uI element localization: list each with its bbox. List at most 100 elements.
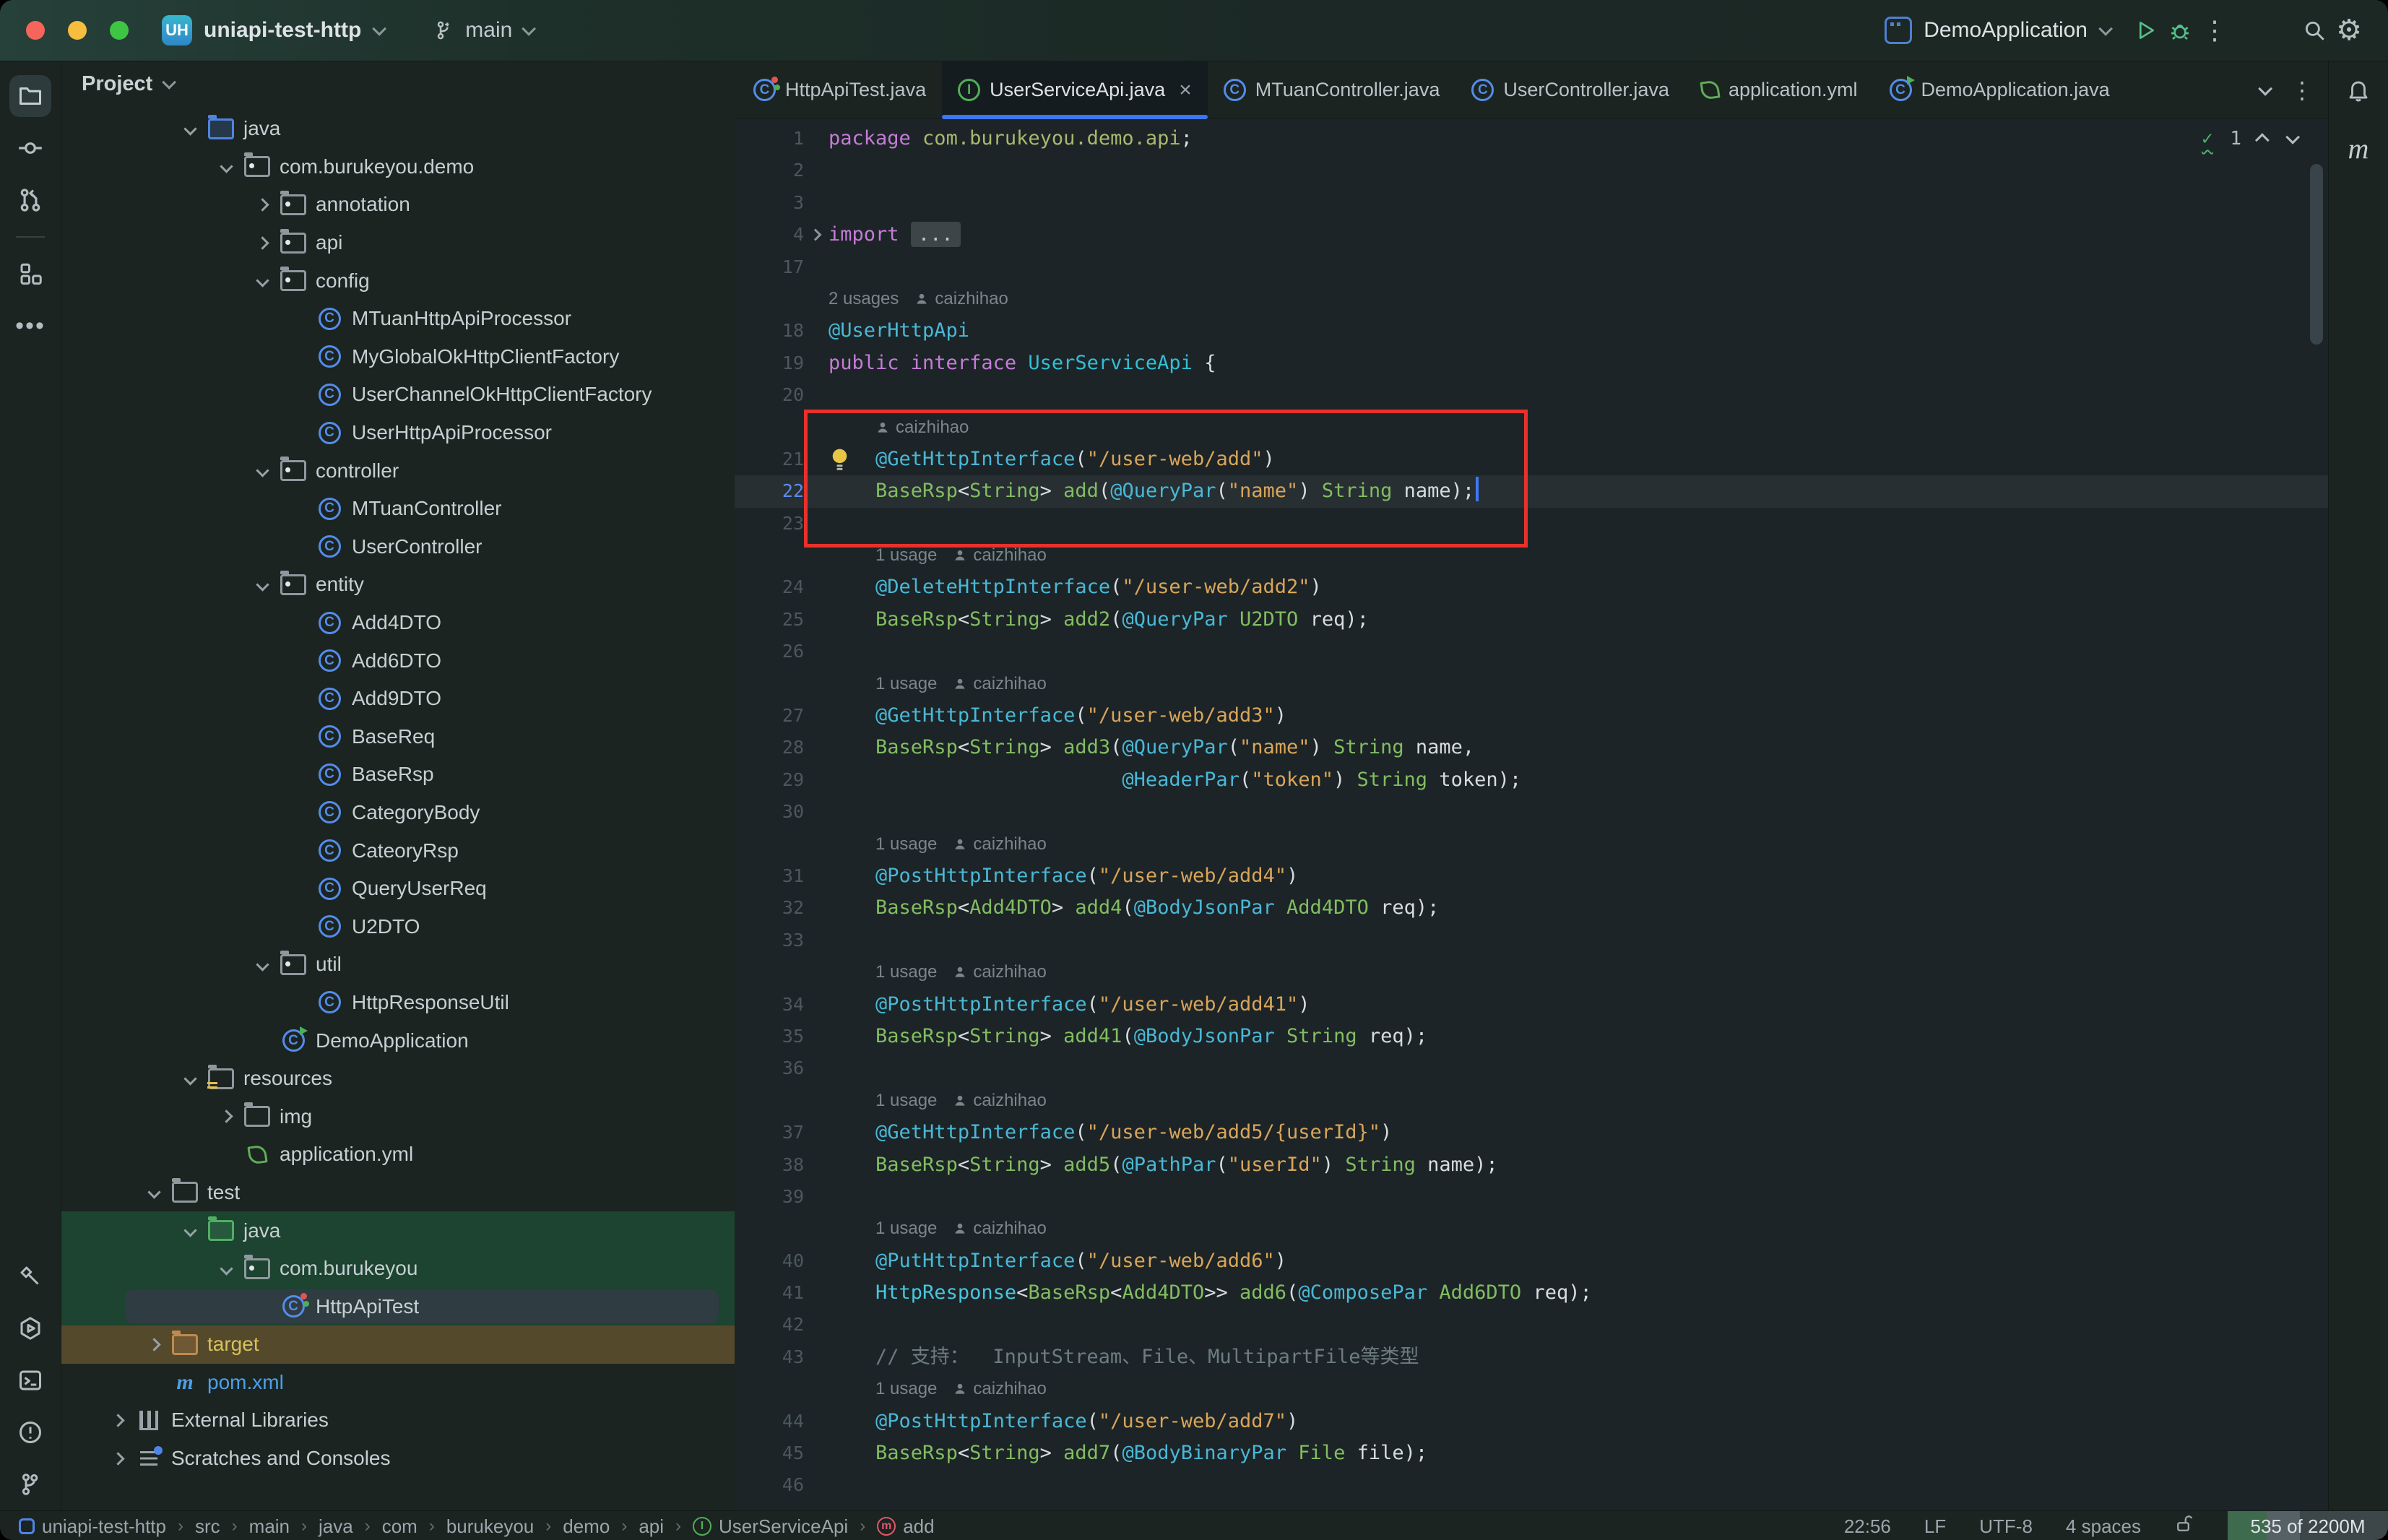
tool-window-button-services[interactable] (9, 1307, 51, 1349)
code-line-39[interactable]: 39 (735, 1181, 2328, 1213)
run-configuration-selector[interactable]: DemoApplication (1885, 17, 2109, 44)
tree-item-pom-xml[interactable]: mpom.xml (61, 1364, 735, 1402)
code-line-43[interactable]: 43 // 支持： InputStream、File、MultipartFile… (735, 1341, 2328, 1373)
tree-item-userchannelokhttpclientfactory[interactable]: CUserChannelOkHttpClientFactory (61, 376, 735, 414)
chevron-down-icon[interactable] (183, 122, 196, 135)
chevron-down-icon[interactable] (256, 958, 269, 971)
chevron-right-icon[interactable] (256, 198, 269, 211)
notifications-bell-icon[interactable] (2346, 77, 2371, 105)
author-hint[interactable]: caizhihao (935, 289, 1008, 309)
tree-item-httpresponseutil[interactable]: CHttpResponseUtil (61, 984, 735, 1022)
zoom-window-button[interactable] (110, 21, 129, 40)
indent-setting[interactable]: 4 spaces (2066, 1515, 2141, 1538)
usages-hint[interactable]: 1 usage (875, 1219, 937, 1239)
breadcrumb-item-java[interactable]: java (319, 1515, 353, 1538)
debug-button[interactable] (2163, 13, 2197, 48)
chevron-down-icon[interactable] (256, 578, 269, 591)
chevron-down-icon[interactable] (256, 274, 269, 287)
code-line-3[interactable]: 3 (735, 187, 2328, 219)
code-line-37[interactable]: 37 @GetHttpInterface("/user-web/add5/{us… (735, 1117, 2328, 1148)
tool-window-button-terminal[interactable] (9, 1359, 51, 1401)
chevron-right-icon[interactable] (111, 1452, 124, 1465)
code-line-2[interactable]: 2 (735, 155, 2328, 186)
tool-window-button-pull-request[interactable] (9, 179, 51, 221)
breadcrumb-item-burukeyou[interactable]: burukeyou (446, 1515, 534, 1538)
usages-hint[interactable]: 2 usages (829, 289, 899, 309)
search-icon[interactable] (2297, 13, 2332, 48)
code-line-28[interactable]: 28 BaseRsp<String> add3(@QueryPar("name"… (735, 732, 2328, 763)
breadcrumb-item-uniapi-test-http[interactable]: uniapi-test-http (19, 1515, 166, 1538)
tree-item-add6dto[interactable]: CAdd6DTO (61, 641, 735, 680)
breadcrumb-item-com[interactable]: com (382, 1515, 418, 1538)
code-vision-inlay[interactable]: 1 usagecaizhihao (735, 1373, 2328, 1405)
code-line-24[interactable]: 24 @DeleteHttpInterface("/user-web/add2"… (735, 571, 2328, 603)
file-encoding[interactable]: UTF-8 (1979, 1515, 2033, 1538)
breadcrumb-item-add[interactable]: madd (877, 1515, 934, 1538)
code-line-44[interactable]: 44 @PostHttpInterface("/user-web/add7") (735, 1406, 2328, 1437)
more-actions-kebab-icon[interactable]: ⋮ (2197, 13, 2232, 48)
tree-item-java[interactable]: java (61, 1211, 735, 1250)
usages-hint[interactable]: 1 usage (875, 545, 937, 566)
tool-window-button-commit[interactable] (9, 127, 51, 169)
code-vision-inlay[interactable]: 1 usagecaizhihao (735, 956, 2328, 988)
chevron-down-icon[interactable] (2259, 85, 2269, 95)
tree-item-scratches-and-consoles[interactable]: Scratches and Consoles (61, 1440, 735, 1478)
chevron-right-icon[interactable] (111, 1414, 124, 1427)
tab-demoapplication-java[interactable]: CDemoApplication.java (1874, 61, 2126, 118)
code-line-4[interactable]: 4import ... (735, 219, 2328, 251)
breadcrumb-item-userserviceapi[interactable]: IUserServiceApi (693, 1515, 848, 1538)
author-hint[interactable]: caizhihao (973, 545, 1046, 566)
tree-item-entity[interactable]: entity (61, 566, 735, 604)
usages-hint[interactable]: 1 usage (875, 834, 937, 855)
tab-usercontroller-java[interactable]: CUserController.java (1455, 61, 1685, 118)
close-window-button[interactable] (26, 21, 45, 40)
code-line-41[interactable]: 41 HttpResponse<BaseRsp<Add4DTO>> add6(@… (735, 1277, 2328, 1309)
code-line-36[interactable]: 36 (735, 1052, 2328, 1084)
fold-chevron-icon[interactable] (810, 229, 822, 241)
tool-window-button-more[interactable]: ••• (9, 305, 51, 347)
code-line-38[interactable]: 38 BaseRsp<String> add5(@PathPar("userId… (735, 1149, 2328, 1181)
code-vision-inlay[interactable]: 1 usage caizhihao (735, 829, 2328, 860)
minimize-window-button[interactable] (68, 21, 87, 40)
code-line-40[interactable]: 40 @PutHttpInterface("/user-web/add6") (735, 1245, 2328, 1277)
tool-window-button-version-control[interactable] (9, 1463, 51, 1505)
tree-item-java[interactable]: java (61, 110, 735, 148)
code-vision-inlay[interactable]: 2 usages caizhihao (735, 283, 2328, 315)
tool-window-button-structure[interactable] (9, 253, 51, 295)
breadcrumb-item-main[interactable]: main (249, 1515, 290, 1538)
tree-item-target[interactable]: target (61, 1325, 735, 1364)
code-line-19[interactable]: 19public interface UserServiceApi { (735, 347, 2328, 379)
code-line-33[interactable]: 33 (735, 925, 2328, 956)
usages-hint[interactable]: 1 usage (875, 1379, 937, 1399)
kebab-icon[interactable]: ⋮ (2290, 79, 2314, 102)
code-line-42[interactable]: 42 (735, 1309, 2328, 1341)
tree-item-usercontroller[interactable]: CUserController (61, 528, 735, 566)
memory-indicator[interactable]: 535 of 2200M (2228, 1511, 2388, 1540)
usages-hint[interactable]: 1 usage (875, 1091, 937, 1111)
breadcrumb-item-demo[interactable]: demo (563, 1515, 610, 1538)
tree-item-mtuanhttpapiprocessor[interactable]: CMTuanHttpApiProcessor (61, 300, 735, 338)
author-hint[interactable]: caizhihao (973, 834, 1046, 855)
tree-item-demoapplication[interactable]: CDemoApplication (61, 1021, 735, 1060)
code-line-46[interactable]: 46 (735, 1469, 2328, 1501)
code-line-29[interactable]: 29 @HeaderPar("token") String token); (735, 764, 2328, 796)
code-line-45[interactable]: 45 BaseRsp<String> add7(@BodyBinaryPar F… (735, 1437, 2328, 1469)
code-line-31[interactable]: 31 @PostHttpInterface("/user-web/add4") (735, 860, 2328, 892)
code-vision-inlay[interactable]: 1 usagecaizhihao (735, 1085, 2328, 1117)
code-line-32[interactable]: 32 BaseRsp<Add4DTO> add4(@BodyJsonPar Ad… (735, 892, 2328, 924)
tree-item-test[interactable]: test (61, 1174, 735, 1212)
tree-item-controller[interactable]: controller (61, 451, 735, 490)
code-line-18[interactable]: 18@UserHttpApi (735, 315, 2328, 347)
tree-item-config[interactable]: config (61, 261, 735, 300)
tree-item-httpapitest[interactable]: CHttpApiTest (61, 1287, 735, 1325)
chevron-down-icon[interactable] (183, 1072, 196, 1085)
tree-item-external-libraries[interactable]: External Libraries (61, 1401, 735, 1440)
code-line-20[interactable]: 20 (735, 379, 2328, 411)
tab-application-yml[interactable]: application.yml (1685, 61, 1874, 118)
tab-httpapitest-java[interactable]: CHttpApiTest.java (737, 61, 942, 118)
code-line-17[interactable]: 17 (735, 251, 2328, 283)
tool-window-button-project-folder[interactable] (9, 75, 51, 117)
inspections-widget[interactable]: ✓ 1 (2202, 128, 2296, 150)
line-ending[interactable]: LF (1924, 1515, 1946, 1538)
code-editor[interactable]: ✓ 1 1package com.burukeyou.demo.api;234i… (735, 119, 2328, 1510)
